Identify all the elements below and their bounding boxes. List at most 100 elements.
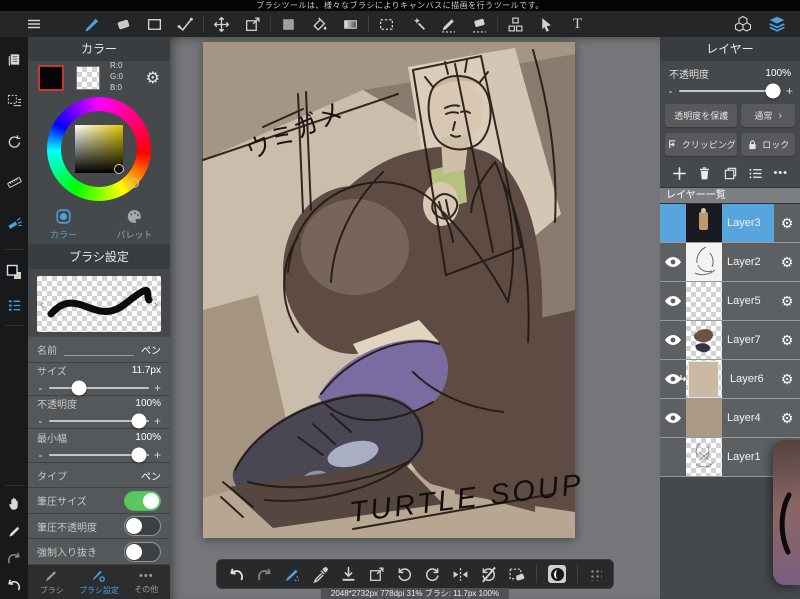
transform-tool-button[interactable] [244, 16, 261, 33]
canvas-workspace[interactable]: ウミガメ TURTLE SOUP 2048*2732px 778dpi 31% … [170, 37, 660, 599]
rotate-cw-button[interactable] [424, 566, 441, 583]
layer2-visibility-toggle[interactable] [660, 243, 686, 281]
layer7-thumbnail[interactable] [686, 321, 722, 359]
eraser-tool-button[interactable] [115, 16, 132, 33]
text-tool-button[interactable]: T [569, 16, 586, 33]
tab-palette[interactable]: パレット [99, 205, 170, 244]
next-brush-arrow[interactable]: › [154, 297, 158, 312]
layer6-settings-button[interactable]: ⚙ [774, 360, 800, 398]
floating-preview-overlay[interactable] [773, 440, 800, 585]
selection-options-button[interactable] [6, 92, 22, 108]
rect-tool-button[interactable] [146, 16, 163, 33]
layers-panel-toggle[interactable] [768, 16, 785, 33]
rotate-reset-button[interactable] [6, 133, 22, 149]
gradient-tool-button[interactable] [342, 16, 359, 33]
brush-opacity-slider[interactable]: - + [37, 413, 161, 429]
color-wheel[interactable] [28, 94, 170, 205]
export-button[interactable] [368, 566, 385, 583]
redo-rail-button[interactable] [6, 550, 22, 566]
pressure-size-toggle[interactable] [124, 490, 161, 511]
undo-button[interactable] [228, 566, 245, 583]
lock-button[interactable]: ロック [741, 133, 795, 156]
layer2-settings-button[interactable]: ⚙ [774, 243, 800, 281]
rotate-ccw-button[interactable] [396, 566, 413, 583]
tab-brush-settings[interactable]: ブラシ設定 [75, 565, 122, 599]
brush-select-button[interactable] [284, 566, 301, 583]
hand-tool-button[interactable] [6, 495, 22, 511]
eyedropper-rail-button[interactable] [6, 523, 22, 539]
add-layer-icon[interactable] [672, 166, 687, 181]
move-tool-button[interactable] [213, 16, 230, 33]
layer1-thumbnail[interactable] [686, 438, 722, 476]
hue-indicator[interactable] [129, 178, 139, 188]
duplicate-layer-icon[interactable] [723, 166, 738, 181]
select-eraser-tool-button[interactable] [471, 16, 488, 33]
sv-indicator[interactable] [114, 164, 124, 174]
layer3-thumbnail[interactable] [686, 204, 722, 242]
bucket-tool-button[interactable] [311, 16, 328, 33]
layer-list-icon[interactable] [748, 166, 763, 181]
layer-row-layer2[interactable]: Layer2 ⚙ [660, 243, 800, 282]
layer-quick-list-button[interactable] [6, 297, 22, 313]
brush-size-slider[interactable]: - + [37, 380, 161, 396]
layer-row-layer5[interactable]: Layer5 ⚙ [660, 282, 800, 321]
menu-button[interactable] [25, 16, 42, 33]
select-pen-tool-button[interactable] [440, 16, 457, 33]
layer5-visibility-toggle[interactable] [660, 282, 686, 320]
clipping-button[interactable]: クリッピング [665, 133, 738, 156]
tab-other[interactable]: ••• その他 [123, 565, 170, 599]
brush-stroke-preview[interactable]: ‹ › [37, 276, 161, 332]
layer-opacity-slider[interactable]: - + [660, 81, 800, 101]
taper-toggle[interactable] [124, 541, 161, 562]
brush-name-row[interactable]: 名前 ペン [28, 337, 170, 363]
primary-color-swatch[interactable] [38, 64, 64, 91]
fg-bg-color-button[interactable] [6, 264, 22, 280]
object-select-button[interactable] [538, 16, 555, 33]
brush-minwidth-slider[interactable]: - + [37, 447, 161, 463]
layer-row-layer7[interactable]: Layer7 ⚙ [660, 321, 800, 360]
select-rect-tool-button[interactable] [378, 16, 395, 33]
redo-button[interactable] [256, 566, 273, 583]
undo-rail-button[interactable] [6, 577, 22, 593]
flip-horizontal-button[interactable] [452, 566, 469, 583]
pages-button[interactable] [6, 51, 22, 67]
layer2-thumbnail[interactable] [686, 243, 722, 281]
pressure-opacity-toggle[interactable] [124, 516, 161, 537]
airbrush-button[interactable] [6, 215, 22, 231]
color-settings-gear-icon[interactable]: ⚙ [146, 68, 160, 88]
layer-row-layer3[interactable]: Layer3 ⚙ [660, 204, 800, 243]
layer6-visibility-toggle[interactable] [660, 360, 687, 398]
layer6-thumbnail[interactable] [686, 360, 722, 398]
layer5-settings-button[interactable]: ⚙ [774, 282, 800, 320]
layer-row-layer4[interactable]: Layer4 ⚙ [660, 399, 800, 438]
material-library-button[interactable] [734, 15, 751, 33]
layer4-visibility-toggle[interactable] [660, 399, 686, 437]
divide-canvas-button[interactable] [507, 16, 524, 33]
brush-type-row[interactable]: タイプ ペン [28, 463, 170, 489]
protect-alpha-button[interactable]: 透明度を保護 [665, 104, 738, 127]
layer7-settings-button[interactable]: ⚙ [774, 321, 800, 359]
layer-row-layer6[interactable]: Layer6 ⚙ [660, 360, 800, 399]
deselect-button[interactable] [508, 566, 525, 583]
layer5-thumbnail[interactable] [686, 282, 722, 320]
magic-wand-tool-button[interactable] [409, 16, 426, 33]
delete-layer-icon[interactable] [697, 166, 712, 181]
transparent-color-swatch[interactable] [76, 65, 100, 90]
ruler-button[interactable] [6, 174, 22, 190]
layer3-settings-button[interactable]: ⚙ [774, 204, 800, 242]
layer7-visibility-toggle[interactable] [660, 321, 686, 359]
eyedropper-button[interactable] [312, 566, 329, 583]
prev-brush-arrow[interactable]: ‹ [40, 297, 44, 312]
snap-tool-button[interactable] [177, 16, 194, 33]
layer1-visibility-toggle[interactable] [660, 438, 686, 476]
save-button[interactable] [340, 566, 357, 583]
layer4-settings-button[interactable]: ⚙ [774, 399, 800, 437]
tab-brush[interactable]: ブラシ [28, 565, 75, 599]
drawing-canvas[interactable]: ウミガメ TURTLE SOUP [202, 42, 586, 538]
blend-mode-button[interactable]: 通常 › [741, 104, 795, 127]
layer-more-icon[interactable]: ••• [773, 167, 788, 179]
reset-rotation-button[interactable] [480, 566, 497, 583]
toolbar-drag-handle-icon[interactable] [589, 567, 602, 581]
layer3-visibility-toggle[interactable] [660, 204, 686, 242]
brush-preview-chip[interactable] [548, 565, 566, 583]
